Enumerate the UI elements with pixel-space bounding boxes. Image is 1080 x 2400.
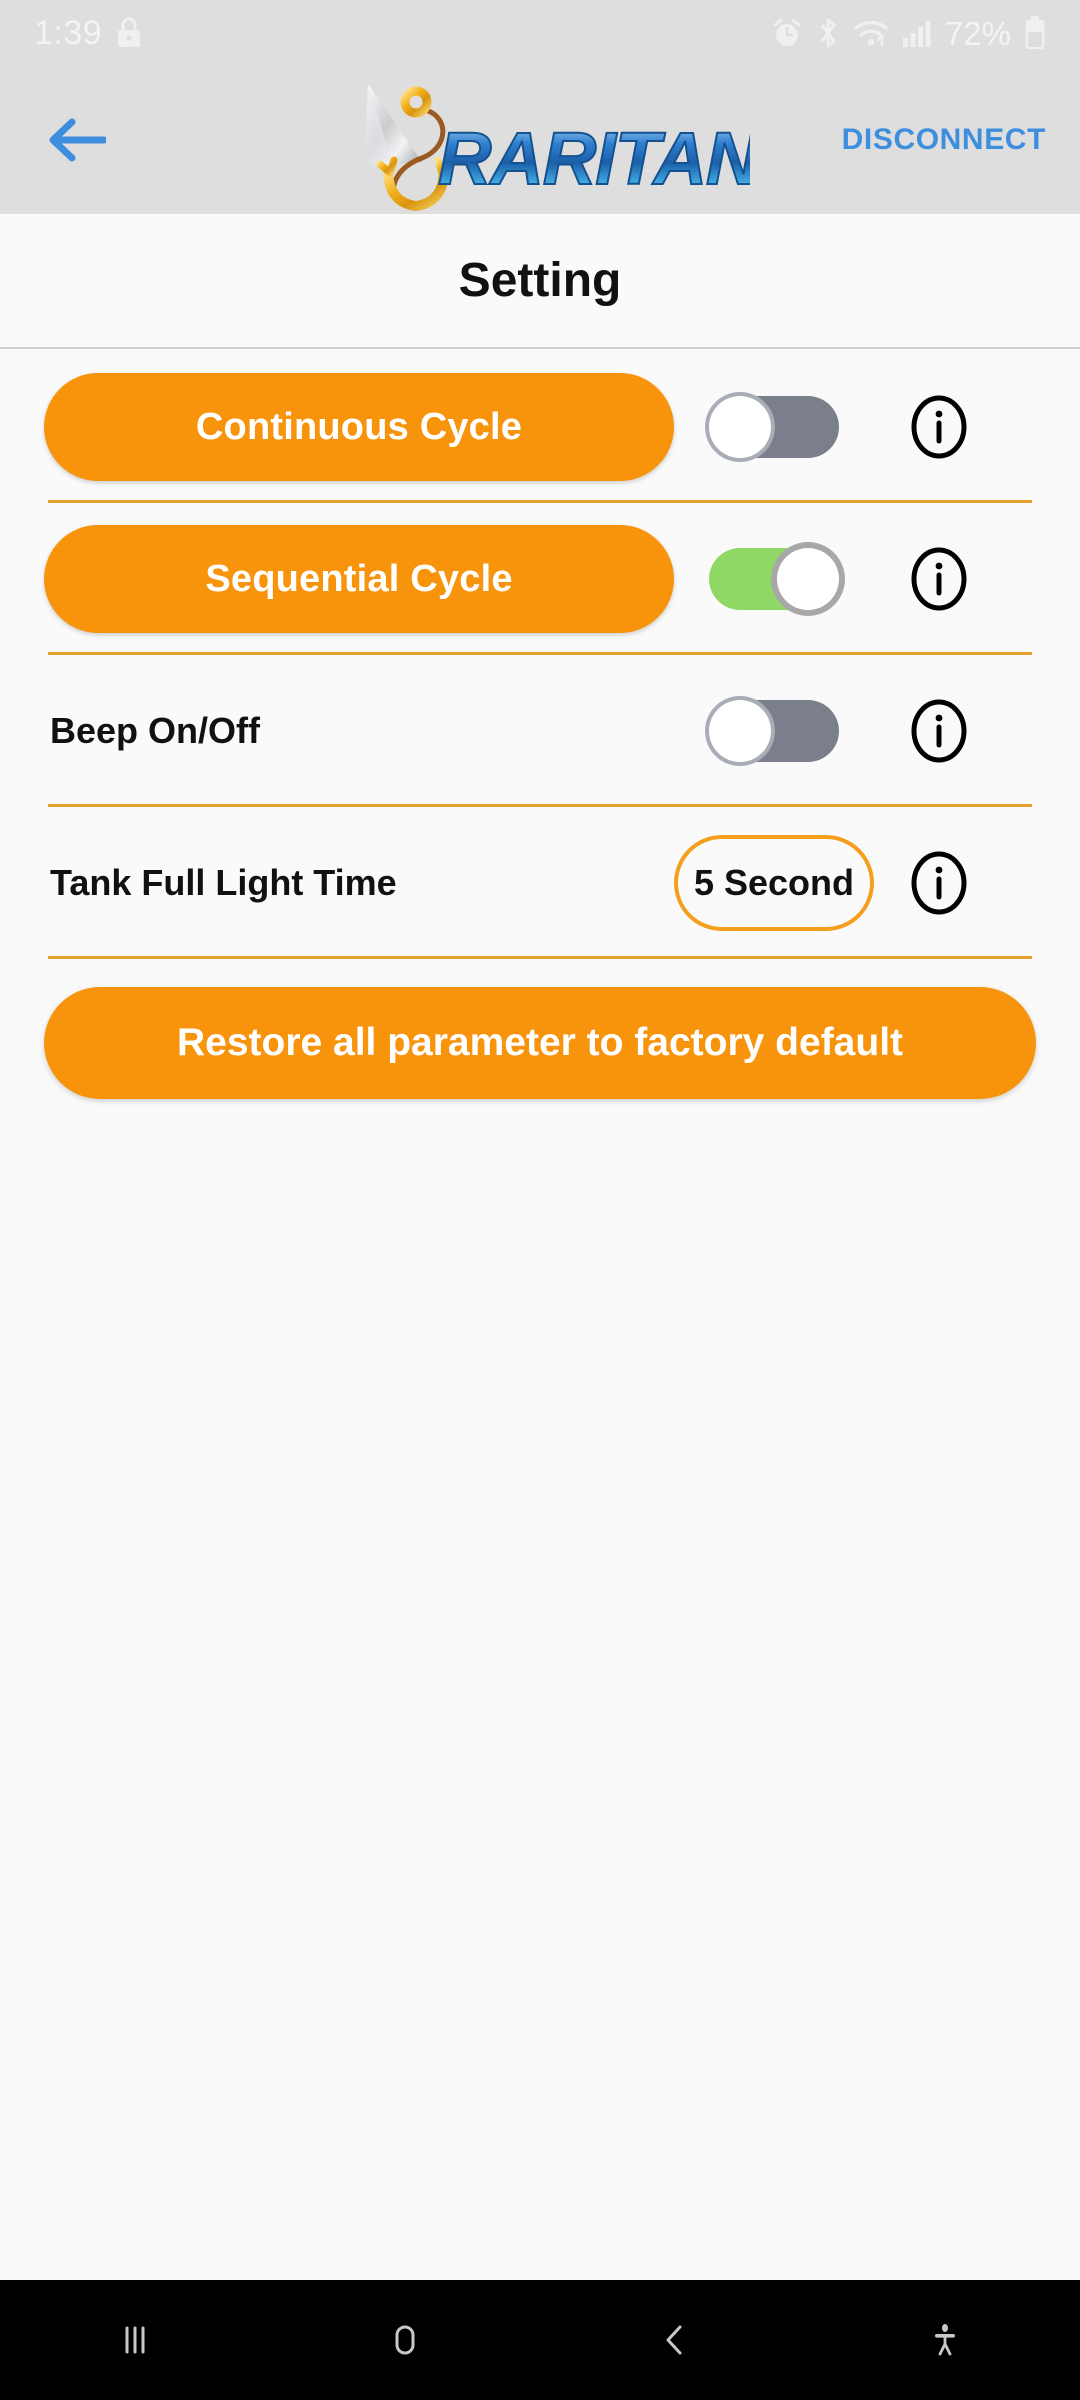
tank-full-light-time-value[interactable]: 5 Second bbox=[674, 835, 874, 931]
back-button[interactable] bbox=[34, 97, 120, 183]
nav-home-button[interactable] bbox=[270, 2318, 540, 2362]
info-icon[interactable] bbox=[907, 851, 971, 915]
android-nav-bar bbox=[0, 2280, 1080, 2400]
tank-full-light-time-value-wrap: 5 Second bbox=[674, 835, 874, 931]
alarm-icon bbox=[773, 18, 801, 46]
continuous-cycle-toggle[interactable] bbox=[709, 396, 839, 458]
toggle-knob bbox=[709, 396, 771, 458]
info-icon[interactable] bbox=[907, 395, 971, 459]
sequential-cycle-toggle-wrap bbox=[674, 548, 874, 610]
restore-button-wrap: Restore all parameter to factory default bbox=[0, 959, 1080, 1099]
settings-row-beep: Beep On/Off bbox=[0, 655, 1080, 807]
beep-toggle-wrap bbox=[674, 700, 874, 762]
info-icon[interactable] bbox=[907, 699, 971, 763]
restore-factory-default-button[interactable]: Restore all parameter to factory default bbox=[44, 987, 1036, 1099]
continuous-cycle-button[interactable]: Continuous Cycle bbox=[44, 373, 674, 481]
beep-toggle[interactable] bbox=[709, 700, 839, 762]
status-time: 1:39 bbox=[34, 14, 103, 52]
raritan-logo-icon: RARITAN bbox=[364, 84, 763, 212]
status-bar-right: 72% bbox=[771, 16, 1046, 50]
nav-recents-button[interactable] bbox=[0, 2318, 270, 2362]
settings-row-sequential-cycle: Sequential Cycle bbox=[0, 503, 1080, 655]
toggle-knob bbox=[709, 700, 771, 762]
continuous-cycle-info-wrap bbox=[874, 395, 1004, 459]
battery-percent: 72% bbox=[944, 14, 1011, 52]
beep-info-wrap bbox=[874, 699, 1004, 763]
nav-accessibility-button[interactable] bbox=[810, 2318, 1080, 2362]
status-bar: 1:39 72% bbox=[0, 0, 1080, 66]
page-title: Setting bbox=[458, 254, 622, 307]
settings-row-continuous-cycle: Continuous Cycle bbox=[0, 351, 1080, 503]
signal-icon bbox=[902, 21, 931, 47]
accessibility-icon bbox=[935, 2324, 955, 2356]
settings-row-tank-full-light-time: Tank Full Light Time 5 Second bbox=[0, 807, 1080, 959]
sequential-cycle-toggle[interactable] bbox=[709, 548, 839, 610]
wifi-icon bbox=[854, 20, 888, 47]
status-bar-left: 1:39 bbox=[34, 16, 142, 50]
tank-full-light-time-info-wrap bbox=[874, 851, 1004, 915]
disconnect-button[interactable]: DISCONNECT bbox=[842, 123, 1046, 157]
beep-label: Beep On/Off bbox=[50, 710, 261, 751]
bluetooth-icon bbox=[820, 18, 836, 48]
svg-text:RARITAN: RARITAN bbox=[438, 117, 750, 200]
app-bar: RARITAN DISCONNECT bbox=[0, 66, 1080, 214]
sequential-cycle-button[interactable]: Sequential Cycle bbox=[44, 525, 674, 633]
nav-back-button[interactable] bbox=[540, 2318, 810, 2362]
tank-full-light-time-label: Tank Full Light Time bbox=[50, 862, 397, 903]
info-icon[interactable] bbox=[907, 547, 971, 611]
toggle-knob bbox=[777, 548, 839, 610]
phone-screen: 1:39 72% RARITAN DISCONNECT Setting Cont… bbox=[0, 0, 1080, 2400]
back-arrow-icon bbox=[49, 118, 106, 162]
lock-icon bbox=[118, 17, 141, 47]
battery-icon bbox=[1025, 16, 1045, 49]
back-icon bbox=[666, 2325, 682, 2355]
recents-icon bbox=[125, 2326, 145, 2354]
page-title-bar: Setting bbox=[0, 214, 1080, 349]
home-icon bbox=[395, 2325, 415, 2355]
continuous-cycle-toggle-wrap bbox=[674, 396, 874, 458]
row-divider bbox=[48, 956, 1032, 959]
sequential-cycle-info-wrap bbox=[874, 547, 1004, 611]
settings-list: Continuous Cycle Sequential Cycle Beep O… bbox=[0, 351, 1080, 1099]
